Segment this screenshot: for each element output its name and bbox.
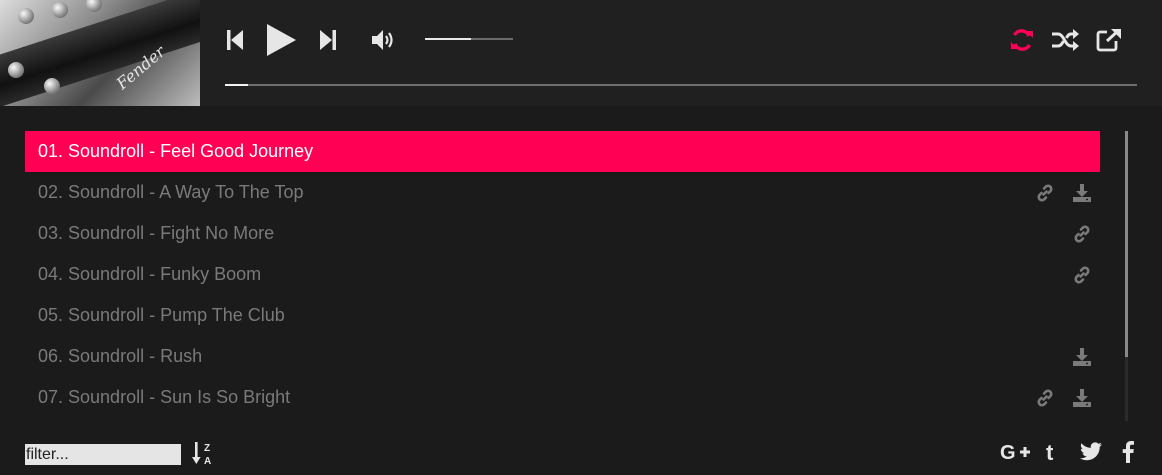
volume-button[interactable] [370, 28, 398, 52]
download-icon[interactable] [1072, 347, 1092, 367]
download-icon[interactable] [1072, 183, 1092, 203]
sort-alpha-desc-icon: Z A [192, 442, 216, 471]
playlist-track[interactable]: 01. Soundroll - Feel Good Journey [25, 131, 1100, 172]
svg-text:Z: Z [204, 443, 210, 454]
skip-next-icon [319, 29, 337, 51]
track-title: 04. Soundroll - Funky Boom [38, 264, 262, 284]
progress-bar[interactable] [225, 84, 1137, 86]
playlist-track[interactable]: 06. Soundroll - Rush [25, 336, 1100, 377]
share-tumblr-button[interactable]: t [1043, 440, 1063, 468]
track-title: 07. Soundroll - Sun Is So Bright [38, 387, 291, 407]
svg-text:t: t [1046, 441, 1054, 463]
volume-slider[interactable] [425, 38, 513, 40]
playlist-track[interactable]: 04. Soundroll - Funky Boom [25, 254, 1100, 295]
play-button[interactable] [263, 22, 299, 58]
track-actions [1018, 172, 1092, 213]
google-plus-icon: G [1000, 442, 1032, 467]
share-twitter-button[interactable] [1078, 441, 1104, 467]
repeat-button[interactable] [1008, 26, 1036, 54]
playlist-scrollbar[interactable] [1125, 131, 1128, 421]
playlist-track[interactable]: 03. Soundroll - Fight No More [25, 213, 1100, 254]
facebook-icon [1122, 440, 1134, 468]
progress-bar-fill [225, 84, 248, 86]
shuffle-icon [1051, 28, 1079, 52]
link-icon[interactable] [1072, 265, 1092, 285]
next-button[interactable] [317, 28, 339, 52]
player-bar: Fender [0, 0, 1162, 106]
link-icon[interactable] [1035, 388, 1055, 408]
popout-button[interactable] [1095, 26, 1123, 54]
skip-previous-icon [226, 29, 244, 51]
play-icon [265, 23, 297, 57]
track-title: 05. Soundroll - Pump The Club [38, 305, 285, 325]
album-cover: Fender [0, 0, 200, 106]
svg-text:G: G [1000, 442, 1016, 462]
playlist-track[interactable]: 02. Soundroll - A Way To The Top [25, 172, 1100, 213]
playlist: 01. Soundroll - Feel Good Journey 02. Sou… [25, 131, 1100, 418]
external-link-icon [1096, 28, 1122, 52]
scrollbar-thumb[interactable] [1125, 131, 1128, 357]
track-title: 06. Soundroll - Rush [38, 346, 203, 366]
twitter-icon [1079, 441, 1103, 467]
track-title: 03. Soundroll - Fight No More [38, 223, 275, 243]
track-title: 02. Soundroll - A Way To The Top [38, 182, 304, 202]
share-google-plus-button[interactable]: G [999, 441, 1033, 467]
link-icon[interactable] [1035, 183, 1055, 203]
tumblr-icon: t [1045, 440, 1061, 468]
playlist-track[interactable]: 07. Soundroll - Sun Is So Bright [25, 377, 1100, 418]
share-facebook-button[interactable] [1118, 440, 1138, 468]
previous-button[interactable] [224, 28, 246, 52]
volume-icon [371, 29, 397, 51]
repeat-icon [1009, 27, 1035, 53]
download-icon[interactable] [1072, 388, 1092, 408]
playlist-track[interactable]: 05. Soundroll - Pump The Club [25, 295, 1100, 336]
track-actions [1055, 213, 1092, 254]
track-title: 01. Soundroll - Feel Good Journey [38, 141, 314, 161]
svg-text:A: A [204, 456, 211, 467]
track-actions [1018, 377, 1092, 418]
volume-slider-fill [425, 38, 471, 40]
shuffle-button[interactable] [1050, 26, 1080, 54]
track-actions [1055, 336, 1092, 377]
track-actions [1055, 254, 1092, 295]
filter-input[interactable] [25, 444, 181, 465]
link-icon[interactable] [1072, 224, 1092, 244]
sort-button[interactable]: Z A [192, 441, 216, 467]
